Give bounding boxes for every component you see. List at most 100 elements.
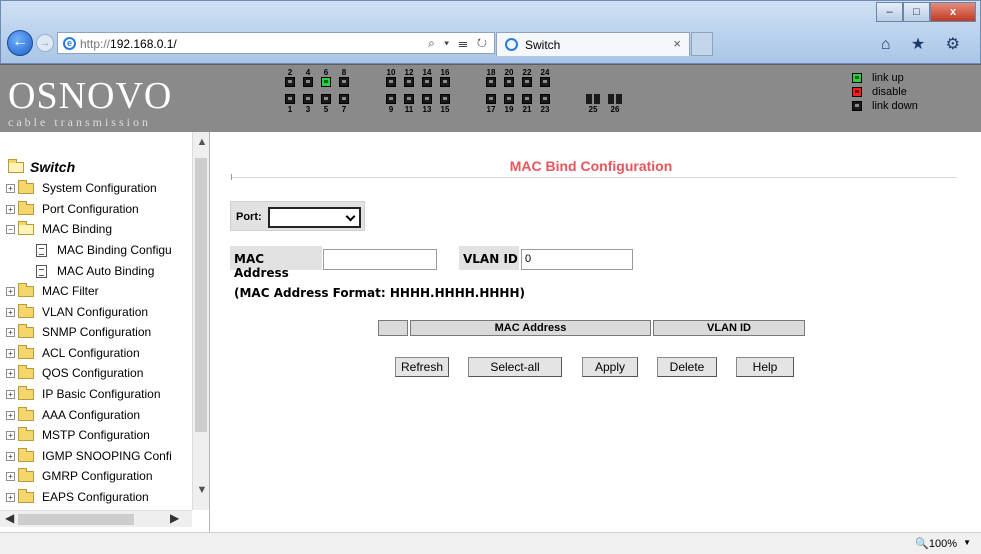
port-number: 15 [440,105,450,114]
ie-logo-icon [505,38,518,51]
sidebar-item-aaa-configuration[interactable]: + AAA Configuration [6,405,140,425]
expand-icon[interactable]: + [6,430,15,440]
port-number: 26 [610,105,620,114]
expand-icon[interactable]: + [6,389,15,399]
expand-icon[interactable]: + [6,410,15,420]
fiber-port-slot [594,94,600,104]
apply-button[interactable]: Apply [582,357,638,377]
scrollbar-thumb[interactable] [18,514,134,525]
ethernet-port-icon [339,77,349,87]
sidebar-item-ip-basic-configuration[interactable]: + IP Basic Configuration [6,384,161,404]
maximize-button[interactable]: □ [903,2,930,22]
scroll-up-icon[interactable]: ▲ [196,136,208,148]
sidebar-item-mac-filter[interactable]: + MAC Filter [6,281,99,301]
ethernet-port-icon [440,94,450,104]
sidebar-tree: Switch + System Configuration + Port Con… [0,132,210,532]
sidebar-item-qos-configuration[interactable]: + QOS Configuration [6,363,143,383]
scroll-left-icon[interactable]: ◀ [5,511,14,525]
sidebar-item-label: GMRP Configuration [42,469,153,483]
folder-icon [18,303,34,318]
sidebar-vertical-scrollbar[interactable]: ▲ ▼ [192,132,209,510]
table-header-select [378,320,408,336]
sidebar-item-system-configuration[interactable]: + System Configuration [6,178,157,198]
port-number: 14 [422,68,432,77]
tab-close-icon[interactable]: × [673,36,681,51]
collapse-icon[interactable]: − [6,224,15,234]
expand-icon[interactable]: + [6,183,15,193]
sidebar-item-vlan-configuration[interactable]: + VLAN Configuration [6,302,148,322]
close-window-button[interactable]: x [930,2,976,22]
expand-icon[interactable]: + [6,492,15,502]
port-number: 12 [404,68,414,77]
fiber-port-icon [586,94,600,104]
chevron-down-icon[interactable]: ▼ [963,538,971,547]
ethernet-port-icon [486,77,496,87]
delete-button[interactable]: Delete [657,357,717,377]
tree-root-switch[interactable]: Switch [8,158,75,175]
new-tab-button[interactable] [691,32,713,56]
folder-icon [18,344,34,359]
mac-binding-table-header: MAC Address VLAN ID [378,320,807,336]
address-bar[interactable]: e http://192.168.0.1/ ⌕ ▾ ☰ ↻ [57,32,495,54]
minimize-button[interactable]: – [876,2,903,22]
back-arrow-icon[interactable]: ← [7,30,33,56]
port-number: 17 [486,105,496,114]
sidebar-item-label: AAA Configuration [42,408,141,422]
forward-arrow-icon[interactable]: → [36,34,54,52]
sidebar-item-mac-auto-binding[interactable]: MAC Auto Binding [36,261,154,281]
zoom-level[interactable]: 🔍100% [915,537,957,550]
expand-icon[interactable]: + [6,451,15,461]
vlan-id-label-box: VLAN ID [459,246,519,270]
scroll-down-icon[interactable]: ▼ [196,484,208,496]
expand-icon[interactable]: + [6,368,15,378]
ethernet-port-icon [321,94,331,104]
home-favorites-settings-icons[interactable]: ⌂ ★ ⚙ [881,34,968,54]
address-controls[interactable]: ⌕ ▾ ☰ ↻ [428,36,490,51]
sidebar-item-eaps-configuration[interactable]: + EAPS Configuration [6,487,149,507]
ethernet-port-icon [404,77,414,87]
sidebar-item-acl-configuration[interactable]: + ACL Configuration [6,343,140,363]
ethernet-port-icon [285,94,295,104]
expand-icon[interactable]: + [6,348,15,358]
ethernet-port-icon [422,94,432,104]
mac-address-input[interactable] [323,249,437,270]
port-number: 18 [486,68,496,77]
select-all-button[interactable]: Select-all [468,357,562,377]
device-header: OSNOVO cable transmission 2 4 6 8 10 12 14 16 18… [0,64,981,132]
sidebar-item-label: EAPS Configuration [42,490,149,504]
port-number: 22 [522,68,532,77]
sidebar-horizontal-scrollbar[interactable]: ◀ ▶ [0,510,192,527]
expand-icon[interactable]: + [6,471,15,481]
scrollbar-thumb[interactable] [195,158,207,432]
expand-icon[interactable]: + [6,327,15,337]
sidebar-item-mac-binding[interactable]: − MAC Binding [6,219,112,239]
main-content: MAC Bind Configuration Port: MAC Address… [211,132,981,532]
sidebar-item-gmrp-configuration[interactable]: + GMRP Configuration [6,466,153,486]
sidebar-item-snmp-configuration[interactable]: + SNMP Configuration [6,322,151,342]
sidebar-item-port-configuration[interactable]: + Port Configuration [6,199,139,219]
port-number: 3 [305,105,311,114]
ethernet-port-icon [504,77,514,87]
expand-icon[interactable]: + [6,307,15,317]
help-button[interactable]: Help [736,357,794,377]
ethernet-port-icon [386,94,396,104]
vlan-id-input[interactable]: 0 [521,249,633,270]
port-number: 6 [323,68,329,77]
expand-icon[interactable]: + [6,204,15,214]
sidebar-item-label: ACL Configuration [42,346,140,360]
tab-switch[interactable]: Switch × [496,32,690,56]
port-link-down-icon [852,101,862,111]
scroll-right-icon[interactable]: ▶ [170,511,179,525]
chevron-down-icon [345,211,356,222]
sidebar-item-mstp-configuration[interactable]: + MSTP Configuration [6,425,150,445]
url-protocol: http:// [80,37,111,51]
expand-icon[interactable]: + [6,286,15,296]
port-disabled-icon [852,87,862,97]
ethernet-port-icon [303,77,313,87]
sidebar-item-igmp-snooping-configuration[interactable]: + IGMP SNOOPING Confi [6,446,172,466]
refresh-button[interactable]: Refresh [395,357,449,377]
fiber-port-icon [608,94,622,104]
port-select[interactable] [268,207,361,228]
sidebar-item-mac-binding-configuration[interactable]: MAC Binding Configu [36,240,172,260]
legend-disable: disable [852,85,918,99]
